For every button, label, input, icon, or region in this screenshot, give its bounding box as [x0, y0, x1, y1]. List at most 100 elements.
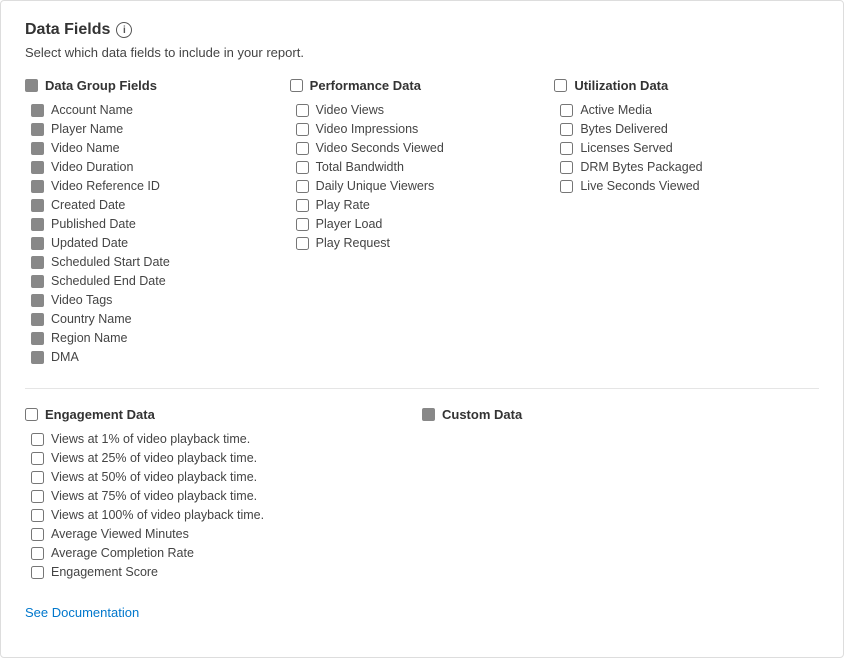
field-checkbox[interactable]: [560, 180, 573, 193]
field-label: Player Name: [51, 122, 123, 136]
data-group-checkbox[interactable]: [25, 79, 38, 92]
field-checkbox[interactable]: [31, 528, 44, 541]
field-checkbox[interactable]: [296, 104, 309, 117]
field-label: DRM Bytes Packaged: [580, 160, 702, 174]
list-item: Country Name: [31, 312, 280, 326]
field-checkbox[interactable]: [296, 123, 309, 136]
field-label: Created Date: [51, 198, 125, 212]
field-checkbox[interactable]: [560, 142, 573, 155]
field-label: Video Tags: [51, 293, 112, 307]
field-label: Scheduled Start Date: [51, 255, 170, 269]
field-checkbox[interactable]: [31, 490, 44, 503]
field-checkbox[interactable]: [296, 218, 309, 231]
list-item: Engagement Score: [31, 565, 412, 579]
performance-header: Performance Data: [290, 78, 545, 93]
field-label: Total Bandwidth: [316, 160, 404, 174]
engagement-checkbox[interactable]: [25, 408, 38, 421]
performance-checkbox[interactable]: [290, 79, 303, 92]
bottom-section: Engagement Data Views at 1% of video pla…: [25, 407, 819, 579]
field-checkbox[interactable]: [31, 142, 44, 155]
field-checkbox[interactable]: [31, 218, 44, 231]
list-item: Video Name: [31, 141, 280, 155]
custom-checkbox[interactable]: [422, 408, 435, 421]
field-checkbox[interactable]: [31, 471, 44, 484]
list-item: Video Seconds Viewed: [296, 141, 545, 155]
data-group-column: Data Group Fields Account Name Player Nam…: [25, 78, 290, 364]
engagement-label: Engagement Data: [45, 407, 155, 422]
field-checkbox[interactable]: [31, 332, 44, 345]
section-divider: [25, 388, 819, 389]
field-checkbox[interactable]: [31, 509, 44, 522]
field-checkbox[interactable]: [31, 294, 44, 307]
field-checkbox[interactable]: [296, 142, 309, 155]
field-label: Scheduled End Date: [51, 274, 166, 288]
performance-column: Performance Data Video Views Video Impres…: [290, 78, 555, 364]
field-label: Play Rate: [316, 198, 370, 212]
title-text: Data Fields: [25, 21, 110, 39]
field-label: Updated Date: [51, 236, 128, 250]
list-item: Video Reference ID: [31, 179, 280, 193]
field-label: Views at 1% of video playback time.: [51, 432, 250, 446]
utilization-column: Utilization Data Active MediaBytes Deliv…: [554, 78, 819, 364]
field-checkbox[interactable]: [31, 547, 44, 560]
list-item: Play Request: [296, 236, 545, 250]
field-label: Views at 50% of video playback time.: [51, 470, 257, 484]
list-item: Created Date: [31, 198, 280, 212]
main-columns: Data Group Fields Account Name Player Nam…: [25, 78, 819, 364]
field-label: Live Seconds Viewed: [580, 179, 699, 193]
list-item: Views at 25% of video playback time.: [31, 451, 412, 465]
engagement-column: Engagement Data Views at 1% of video pla…: [25, 407, 422, 579]
field-label: Active Media: [580, 103, 652, 117]
field-label: Country Name: [51, 312, 132, 326]
field-checkbox[interactable]: [31, 313, 44, 326]
list-item: Account Name: [31, 103, 280, 117]
field-label: Views at 100% of video playback time.: [51, 508, 264, 522]
field-checkbox[interactable]: [31, 433, 44, 446]
field-checkbox[interactable]: [296, 180, 309, 193]
field-checkbox[interactable]: [560, 161, 573, 174]
performance-fields: Video Views Video Impressions Video Second…: [290, 103, 545, 250]
field-label: Play Request: [316, 236, 390, 250]
field-checkbox[interactable]: [31, 275, 44, 288]
info-icon[interactable]: i: [116, 22, 132, 38]
data-group-header: Data Group Fields: [25, 78, 280, 93]
list-item: Scheduled Start Date: [31, 255, 280, 269]
field-checkbox[interactable]: [31, 566, 44, 579]
list-item: Video Impressions: [296, 122, 545, 136]
field-label: Player Load: [316, 217, 383, 231]
field-label: Bytes Delivered: [580, 122, 668, 136]
data-group-fields: Account NamePlayer NameVideo NameVideo D…: [25, 103, 280, 364]
list-item: Views at 50% of video playback time.: [31, 470, 412, 484]
list-item: Daily Unique Viewers: [296, 179, 545, 193]
field-checkbox[interactable]: [296, 161, 309, 174]
custom-column: Custom Data: [422, 407, 819, 579]
field-checkbox[interactable]: [296, 199, 309, 212]
field-label: Video Impressions: [316, 122, 419, 136]
field-checkbox[interactable]: [31, 104, 44, 117]
field-checkbox[interactable]: [31, 256, 44, 269]
field-label: Video Views: [316, 103, 384, 117]
list-item: Live Seconds Viewed: [560, 179, 809, 193]
field-checkbox[interactable]: [560, 104, 573, 117]
see-documentation-link[interactable]: See Documentation: [25, 605, 139, 620]
field-label: DMA: [51, 350, 79, 364]
field-checkbox[interactable]: [31, 180, 44, 193]
field-label: Daily Unique Viewers: [316, 179, 435, 193]
page-title: Data Fields i: [25, 21, 819, 39]
field-checkbox[interactable]: [31, 199, 44, 212]
field-checkbox[interactable]: [31, 161, 44, 174]
list-item: Views at 100% of video playback time.: [31, 508, 412, 522]
field-checkbox[interactable]: [296, 237, 309, 250]
utilization-checkbox[interactable]: [554, 79, 567, 92]
field-label: Licenses Served: [580, 141, 672, 155]
list-item: Average Viewed Minutes: [31, 527, 412, 541]
field-checkbox[interactable]: [31, 452, 44, 465]
list-item: Views at 75% of video playback time.: [31, 489, 412, 503]
field-label: Views at 75% of video playback time.: [51, 489, 257, 503]
field-checkbox[interactable]: [31, 123, 44, 136]
field-checkbox[interactable]: [31, 351, 44, 364]
field-checkbox[interactable]: [31, 237, 44, 250]
subtitle: Select which data fields to include in y…: [25, 45, 819, 60]
list-item: Scheduled End Date: [31, 274, 280, 288]
field-checkbox[interactable]: [560, 123, 573, 136]
